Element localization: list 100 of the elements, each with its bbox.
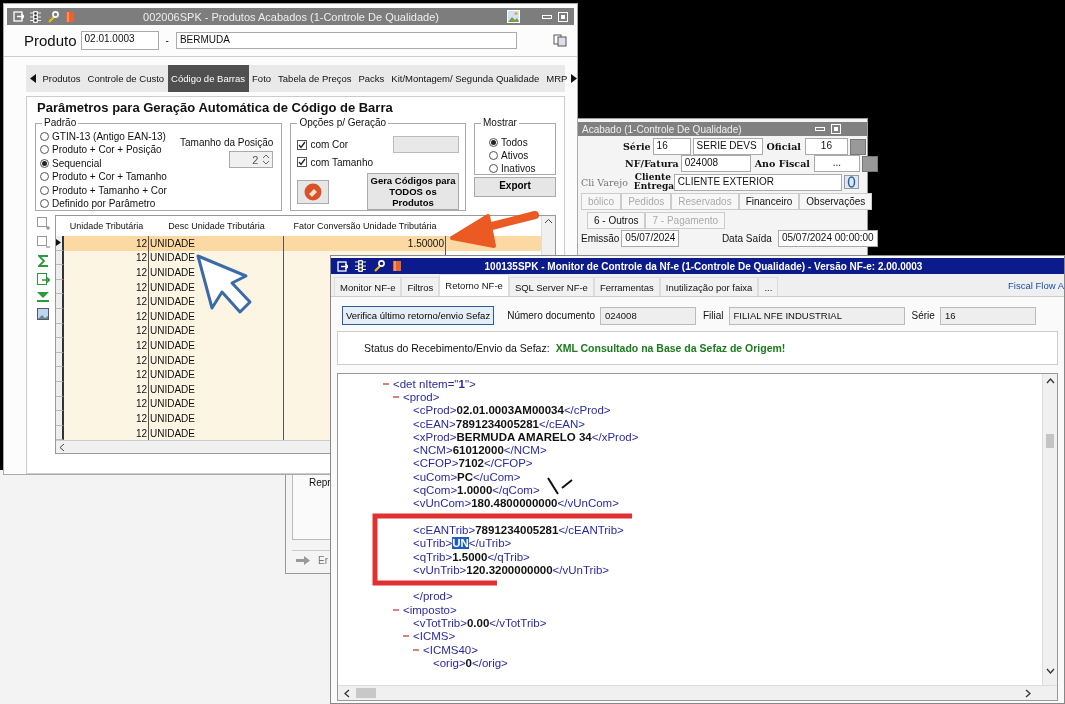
scroll-up-icon[interactable] [542,216,555,226]
row-indicator[interactable] [56,294,64,309]
row-indicator[interactable] [56,381,64,397]
traffic-light-icon[interactable] [355,260,366,272]
product-name-field[interactable]: BERMUDA [175,32,517,49]
row-indicator[interactable] [56,250,64,266]
xml-element[interactable]: <imposto> [393,603,457,617]
official-field[interactable]: 16 [804,138,848,155]
scroll-up-icon[interactable] [1045,378,1055,384]
radio-button[interactable] [40,172,49,181]
tab[interactable]: SQL Server NF-e [508,277,594,296]
xml-element[interactable]: <ICMS> [403,629,456,643]
eraser-button[interactable] [297,179,330,204]
branch-field[interactable]: FILIAL NFE INDUSTRIAL [728,306,905,325]
left-arrow-icon[interactable] [30,74,36,83]
export-icon[interactable] [36,273,50,286]
radio-button[interactable] [489,150,498,160]
add-row-icon[interactable] [36,217,50,230]
tab[interactable]: MRP [542,65,571,92]
series-code-field[interactable]: 16 [652,138,691,155]
minus-icon[interactable] [393,606,399,613]
minimize-icon[interactable] [815,125,825,133]
xml-element[interactable]: <det nItem="1"> [383,377,476,391]
fiscal-flow-link[interactable]: Fiscal Flow A [1008,279,1064,291]
tab[interactable]: Controle de Custo [84,65,168,92]
minus-icon[interactable] [413,646,419,653]
tab[interactable]: Observações [799,193,873,210]
tab[interactable]: 6 - Outros [587,212,646,229]
fiscal-year-field[interactable]: ... [813,155,860,172]
tab[interactable]: Monitor NF-e [334,277,402,296]
exit-date-field[interactable]: 05/07/2024 00:00:00 [777,230,878,247]
scroll-thumb[interactable] [1046,434,1054,448]
scroll-down-icon[interactable] [1045,668,1055,674]
export-button[interactable]: Export [474,177,556,197]
tab[interactable]: Filtros [401,277,440,296]
document-field[interactable]: 024008 [600,306,696,325]
filter-icon[interactable] [37,292,49,302]
series-name-field[interactable]: SERIE DEVS [692,138,763,155]
remove-row-icon[interactable] [36,236,50,249]
radio-button[interactable] [489,137,498,147]
row-indicator[interactable] [56,279,64,295]
sum-icon[interactable] [37,255,49,267]
row-indicator[interactable] [56,265,64,280]
tab[interactable]: Código de Barras [167,65,249,92]
checkbox[interactable] [297,139,308,150]
maximize-icon[interactable] [831,124,841,134]
xml-element[interactable]: <prod> [393,390,440,404]
vertical-scrollbar[interactable] [1042,374,1057,685]
tab[interactable]: Inutilização por faixa [659,277,759,296]
tab[interactable]: Retorno NF-e [439,274,509,296]
row-indicator[interactable] [56,338,64,353]
arrow-icon[interactable] [296,555,310,565]
lookup-button[interactable] [861,155,878,172]
minus-icon[interactable] [383,380,389,387]
maximize-icon[interactable] [558,11,568,22]
product-code-field[interactable]: 02.01.0003 [80,31,159,50]
scroll-left-icon[interactable] [59,442,65,452]
radio-button[interactable] [40,199,49,208]
scroll-left-icon[interactable] [344,688,350,698]
scroll-right-icon[interactable] [1025,688,1031,698]
minus-icon[interactable] [403,633,409,640]
link-icon[interactable] [843,175,859,189]
row-indicator[interactable] [56,323,64,339]
right-arrow-icon[interactable] [570,74,577,83]
minimize-icon[interactable] [542,12,552,21]
traffic-light-icon[interactable] [30,10,41,23]
row-indicator[interactable] [56,411,64,426]
xml-element[interactable]: <ICMS40> [413,642,478,657]
row-indicator[interactable] [56,425,64,441]
horizontal-scrollbar[interactable] [338,685,1057,700]
check-return-button[interactable]: Verifica último retorno/envio Sefaz [342,306,495,325]
tab[interactable]: Foto [248,65,275,92]
row-indicator[interactable] [56,367,64,382]
tab[interactable]: ... [758,277,779,296]
minus-icon[interactable] [393,393,399,400]
picture-icon[interactable] [37,308,49,320]
radio-button[interactable] [40,145,49,154]
row-indicator[interactable] [56,396,64,412]
checkbox[interactable] [297,157,308,167]
delivery-field[interactable]: CLIENTE EXTERIOR [673,173,842,191]
copy-icon[interactable] [553,34,567,47]
tab[interactable]: Tabela de Preços [274,65,355,92]
book-icon[interactable] [392,260,402,272]
row-indicator[interactable] [56,352,64,368]
invoice-field[interactable]: 024008 [680,155,751,172]
tab[interactable]: Produtos [39,65,85,92]
radio-button[interactable] [489,163,498,173]
row-indicator[interactable] [56,308,64,324]
position-size-spinner[interactable]: 2 [229,151,274,168]
tab[interactable]: Kit/Montagem/ Segunda Qualidade [387,65,543,92]
tab[interactable]: Financeiro [738,193,800,210]
color-dropdown[interactable] [393,136,459,153]
tab[interactable]: Packs [355,65,388,92]
radio-button[interactable] [40,131,49,141]
issue-date-field[interactable]: 05/07/2024 [621,230,680,247]
button-label[interactable]: Er [318,554,328,566]
radio-button[interactable] [40,185,49,195]
tab[interactable]: Ferramentas [593,277,660,296]
generate-codes-button[interactable]: Gera Códigos para TODOS os Produtos [367,173,459,210]
series-field[interactable]: 16 [939,306,1036,325]
